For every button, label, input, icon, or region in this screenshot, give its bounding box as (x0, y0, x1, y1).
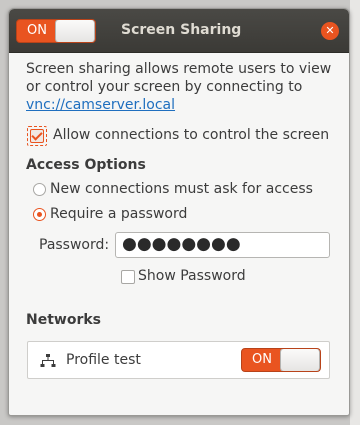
show-password-checkbox[interactable] (121, 270, 135, 284)
radio-ask-for-access[interactable] (33, 183, 46, 196)
description-body: Screen sharing allows remote users to vi… (26, 61, 332, 95)
allow-control-label[interactable]: Allow connections to control the screen (53, 127, 329, 143)
background-window-edge (350, 0, 360, 425)
access-options-heading: Access Options (26, 157, 146, 173)
screen-sharing-master-switch[interactable]: ON (16, 19, 96, 43)
radio-require-password[interactable] (33, 208, 46, 221)
network-switch-on-label: ON (252, 352, 272, 367)
close-icon[interactable]: ✕ (321, 22, 339, 40)
vnc-address-link[interactable]: vnc://camserver.local (26, 97, 175, 113)
network-name: Profile test (66, 352, 141, 368)
network-switch[interactable]: ON (241, 348, 321, 372)
screen-sharing-dialog: ON Screen Sharing ✕ Screen sharing allow… (8, 8, 350, 416)
description-text: Screen sharing allows remote users to vi… (26, 60, 346, 114)
password-value: ●●●●●●●● (122, 234, 241, 254)
title-bar: ON Screen Sharing ✕ (9, 9, 349, 53)
password-label: Password: (39, 237, 110, 253)
network-switch-knob (280, 349, 320, 371)
network-list: Profile test ON (27, 341, 330, 379)
password-field[interactable]: ●●●●●●●● (115, 232, 330, 258)
radio-ask-for-access-label[interactable]: New connections must ask for access (50, 181, 313, 197)
network-wired-icon (40, 354, 56, 367)
dialog-title: Screen Sharing (121, 22, 242, 38)
networks-heading: Networks (26, 312, 102, 328)
switch-knob (55, 20, 95, 42)
allow-control-checkbox[interactable] (30, 129, 44, 143)
switch-on-label: ON (27, 23, 47, 38)
show-password-label[interactable]: Show Password (138, 268, 246, 284)
radio-require-password-label[interactable]: Require a password (50, 206, 187, 222)
allow-control-label-text: Allow connections to control the screen (53, 127, 330, 143)
